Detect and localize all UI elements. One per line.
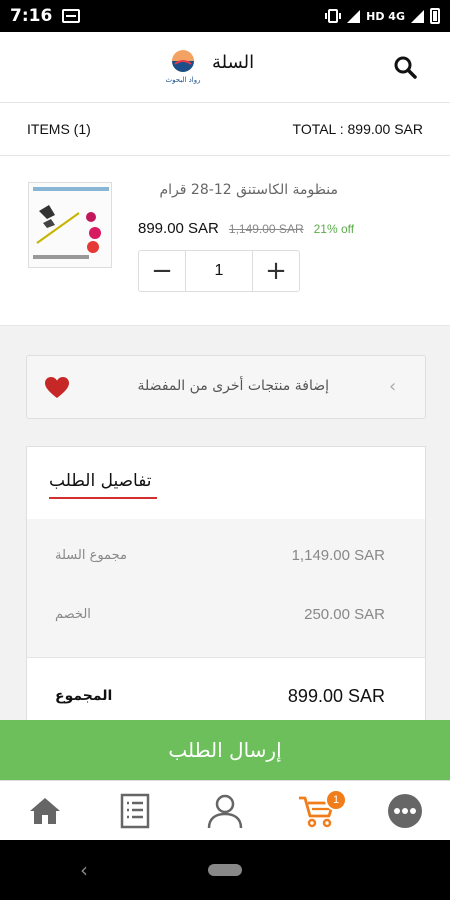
app-header: رواد البحوث السلة <box>0 32 450 102</box>
screen: 7:16 HD 4G رواد البحوث السلة ITEMS (1) T… <box>0 0 450 900</box>
grand-total-label: المجموع <box>55 688 113 704</box>
subtotal-row: مجموع السلة 1,149.00 SAR <box>27 543 425 567</box>
order-details-title: تفاصيل الطلب <box>49 471 152 491</box>
cart-total: TOTAL : 899.00 SAR <box>292 121 423 137</box>
bottom-nav: 1 <box>0 780 450 840</box>
back-icon[interactable]: ‹ <box>80 858 88 882</box>
product-price: 899.00 SAR <box>138 220 219 237</box>
title-underline <box>49 497 157 499</box>
subtotal-label: مجموع السلة <box>55 547 127 563</box>
home-icon <box>30 798 60 824</box>
system-nav-bar: ‹ <box>0 840 450 900</box>
quantity-value[interactable]: 1 <box>185 251 253 291</box>
discount-badge: 21% off <box>313 222 355 236</box>
wifi-icon <box>347 9 361 23</box>
product-image[interactable] <box>28 182 112 268</box>
nav-account[interactable] <box>205 791 245 831</box>
quantity-stepper: − 1 + <box>138 250 300 292</box>
order-details-rows: مجموع السلة 1,149.00 SAR الخصم 250.00 SA… <box>27 519 425 657</box>
add-from-wishlist-button[interactable]: إضافة منتجات أخرى من المفضلة ‹ <box>26 355 426 419</box>
logo-text: رواد البحوث <box>165 76 201 84</box>
user-icon <box>207 794 243 829</box>
status-bar: 7:16 HD 4G <box>0 0 450 32</box>
product-old-price: 1,149.00 SAR <box>228 222 304 236</box>
more-icon <box>388 794 422 828</box>
list-icon <box>120 793 150 829</box>
wishlist-label: إضافة منتجات أخرى من المفضلة <box>137 378 329 394</box>
subtotal-value: 1,149.00 SAR <box>291 546 385 564</box>
cart-summary: ITEMS (1) TOTAL : 899.00 SAR <box>0 102 450 156</box>
nav-cart[interactable]: 1 <box>297 789 347 831</box>
page-title: السلة <box>212 52 255 73</box>
heart-icon <box>45 377 69 398</box>
signal-icon <box>411 9 424 23</box>
status-time: 7:16 <box>10 6 53 26</box>
nav-orders[interactable] <box>115 791 155 831</box>
status-icons: HD 4G <box>325 8 440 24</box>
discount-label: الخصم <box>55 606 91 622</box>
chevron-left-icon: ‹ <box>389 376 397 397</box>
grand-total-row: المجموع 899.00 SAR <box>27 657 425 720</box>
search-icon[interactable] <box>392 54 420 82</box>
product-name[interactable]: منظومة الكاستنق 12-28 قرام <box>138 182 338 198</box>
decrement-button[interactable]: − <box>139 251 185 291</box>
cart-count-badge: 1 <box>325 789 347 811</box>
network-label: HD 4G <box>366 9 405 23</box>
nav-more[interactable] <box>385 791 425 831</box>
notification-icon <box>62 9 81 23</box>
increment-button[interactable]: + <box>253 251 299 291</box>
grand-total-value: 899.00 SAR <box>287 686 385 706</box>
cart-item: منظومة الكاستنق 12-28 قرام 899.00 SAR 1,… <box>0 156 450 326</box>
order-details-header: تفاصيل الطلب <box>27 447 425 519</box>
order-details-card: تفاصيل الطلب مجموع السلة 1,149.00 SAR ال… <box>26 446 426 720</box>
submit-order-button[interactable]: إرسال الطلب <box>0 720 450 780</box>
battery-icon <box>430 8 440 24</box>
discount-row: الخصم 250.00 SAR <box>27 602 425 626</box>
price-row: 899.00 SAR 1,149.00 SAR 21% off <box>138 220 354 237</box>
home-pill-icon[interactable] <box>208 864 242 876</box>
nav-home[interactable] <box>25 791 65 831</box>
discount-value: 250.00 SAR <box>304 605 385 623</box>
vibrate-icon <box>325 9 342 23</box>
items-count: ITEMS (1) <box>27 121 91 137</box>
product-image-graphic <box>29 183 111 267</box>
